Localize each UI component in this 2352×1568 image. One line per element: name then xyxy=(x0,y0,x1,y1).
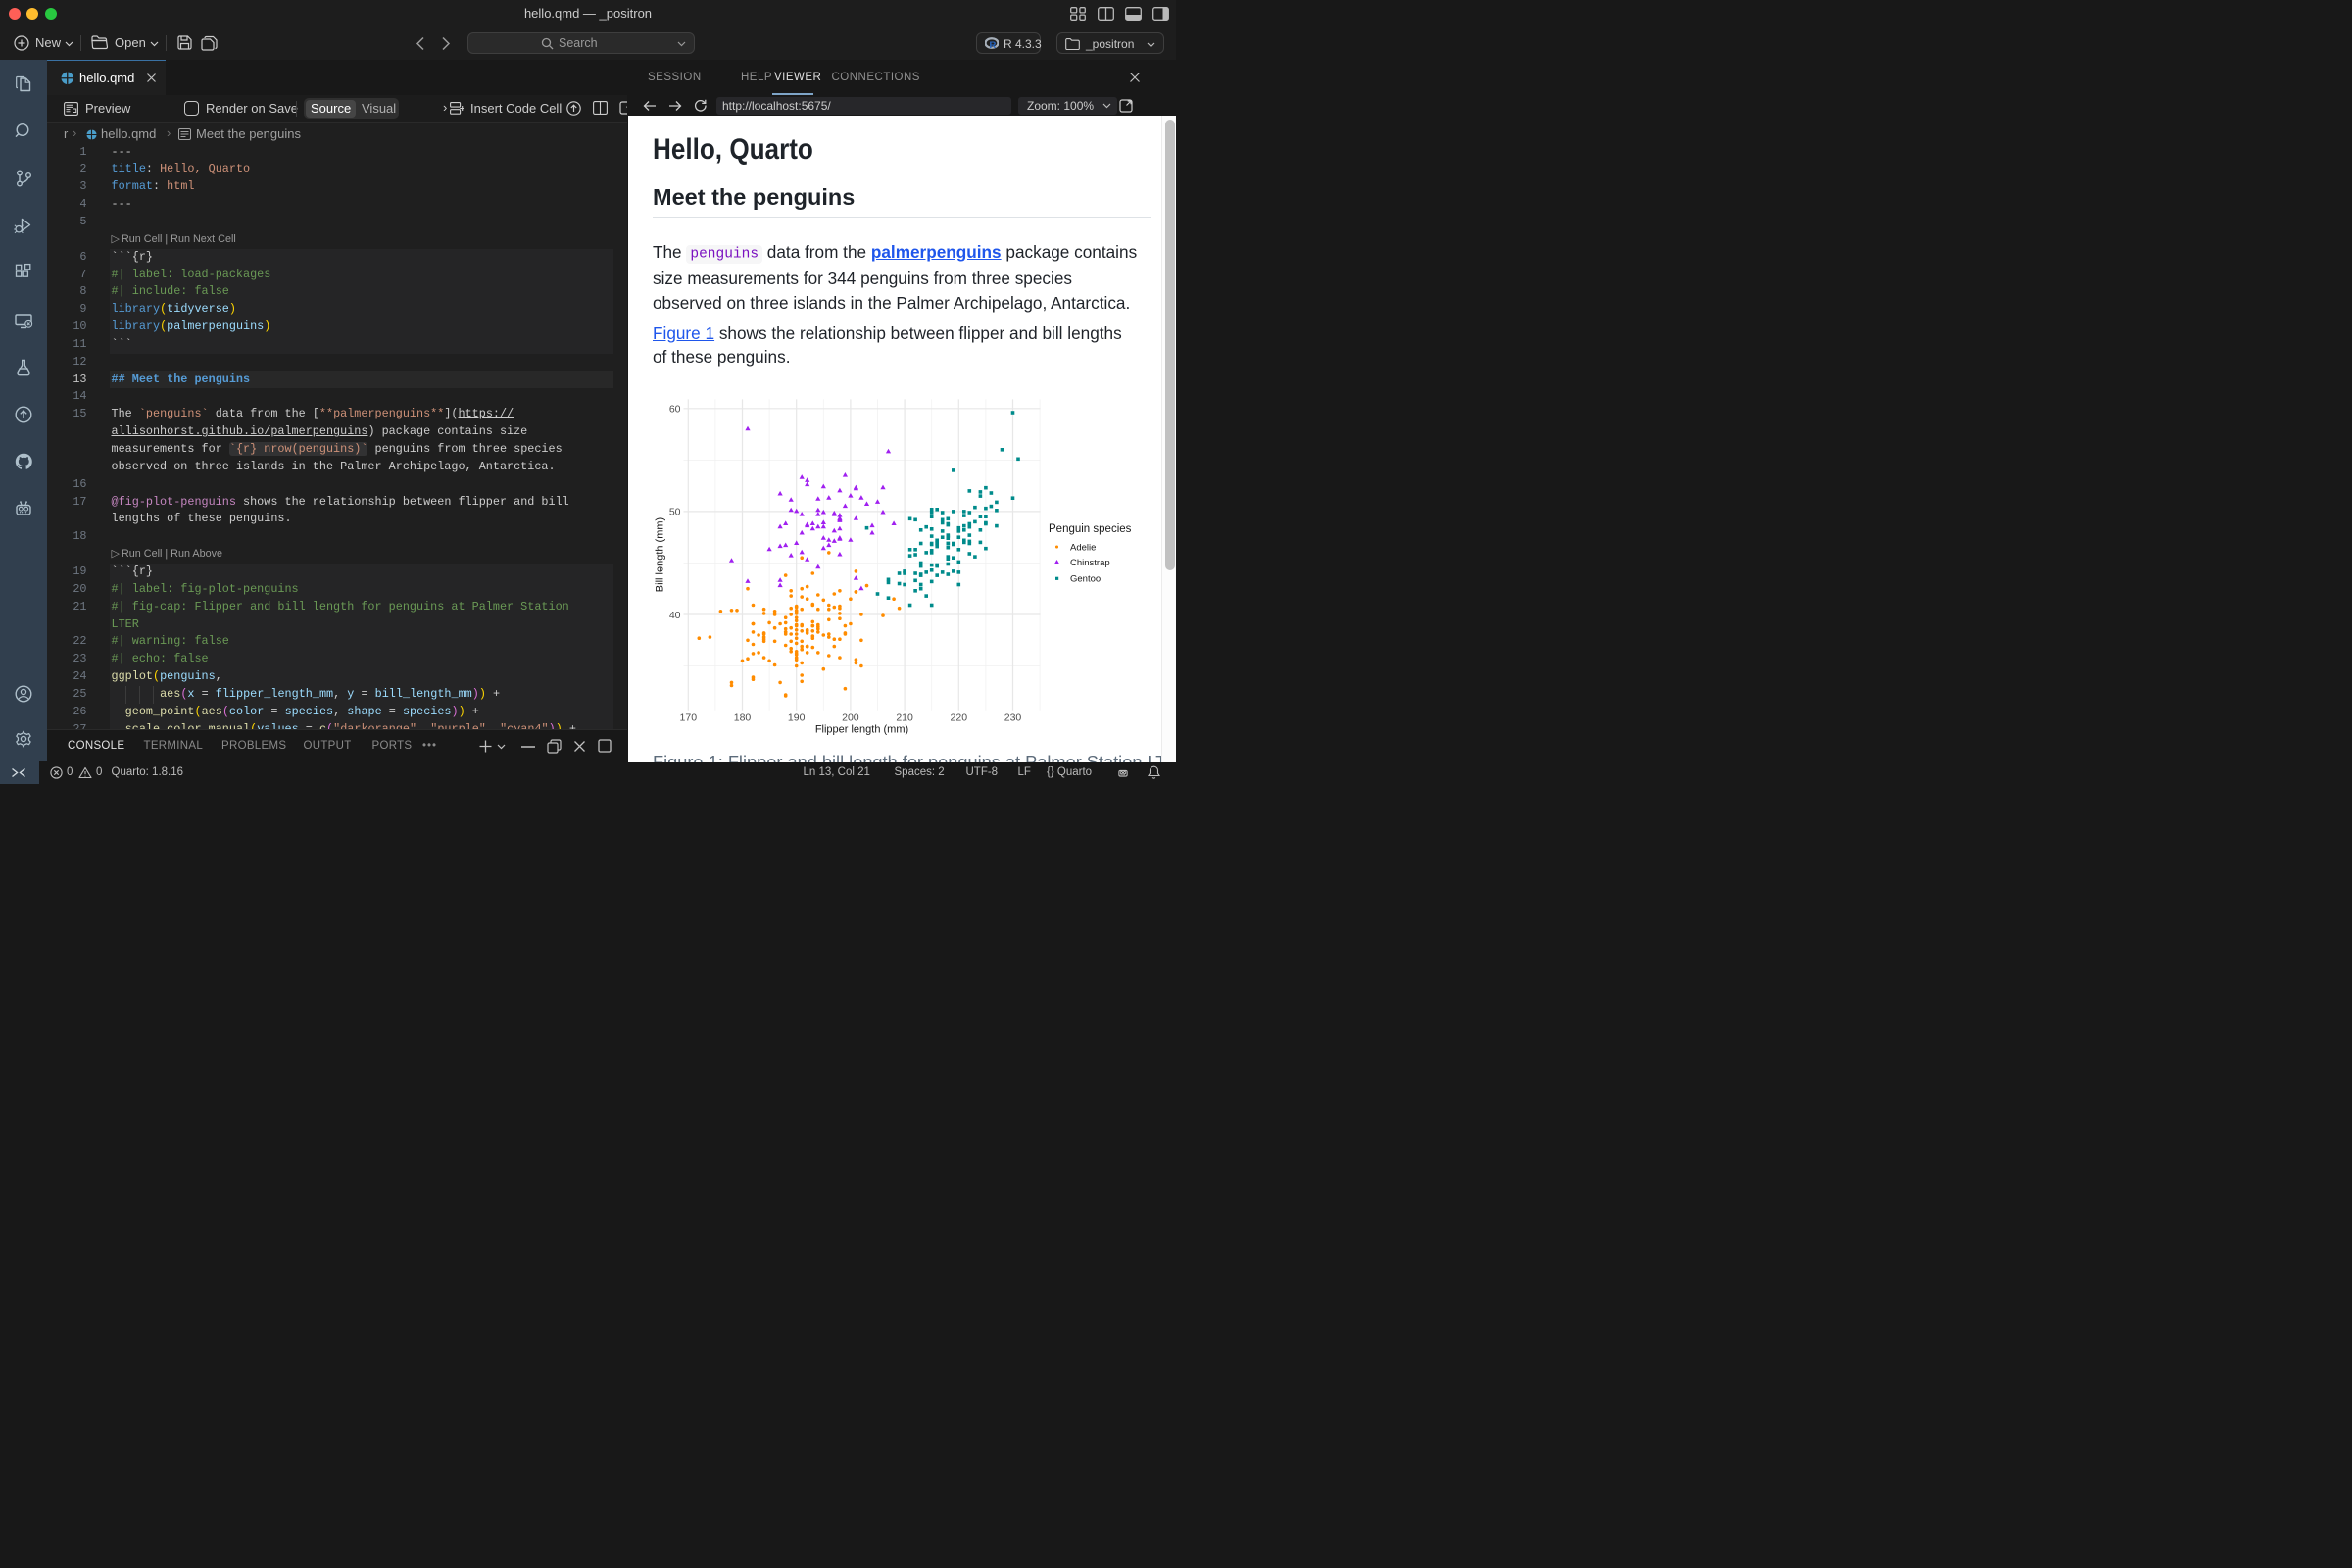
svg-text:50: 50 xyxy=(669,507,681,518)
svg-text:170: 170 xyxy=(680,712,698,724)
svg-text:40: 40 xyxy=(669,610,681,621)
svg-text:210: 210 xyxy=(896,712,913,724)
svg-text:Gentoo: Gentoo xyxy=(1070,574,1101,585)
svg-text:Flipper length (mm): Flipper length (mm) xyxy=(815,724,908,736)
svg-text:R: R xyxy=(990,40,997,50)
svg-text:Penguin species: Penguin species xyxy=(1049,523,1132,535)
svg-text:60: 60 xyxy=(669,404,681,416)
svg-text:Chinstrap: Chinstrap xyxy=(1070,558,1110,568)
svg-text:220: 220 xyxy=(951,712,968,724)
svg-text:190: 190 xyxy=(788,712,806,724)
svg-text:230: 230 xyxy=(1004,712,1022,724)
svg-text:Bill length (mm): Bill length (mm) xyxy=(655,517,666,592)
svg-text:Adelie: Adelie xyxy=(1070,542,1096,553)
svg-text:200: 200 xyxy=(842,712,859,724)
svg-text:180: 180 xyxy=(734,712,752,724)
